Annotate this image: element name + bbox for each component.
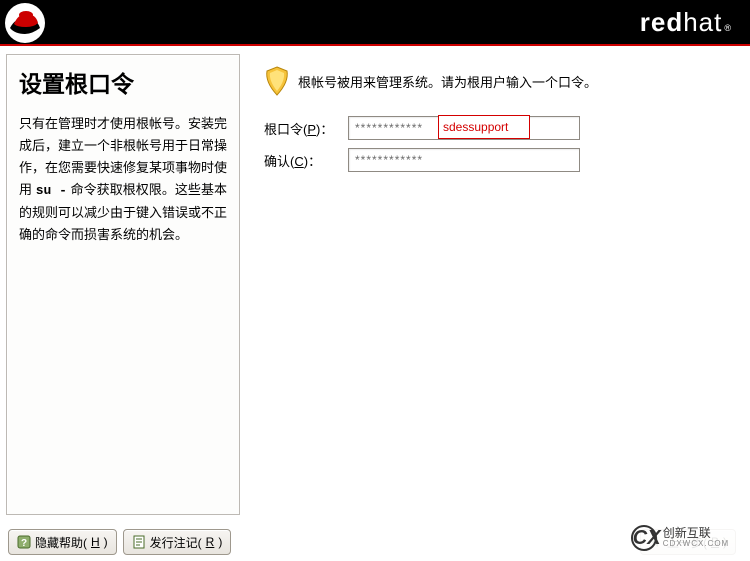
svg-text:?: ? [21, 538, 27, 549]
back-arrow-icon [649, 535, 663, 549]
release-notes-button[interactable]: 发行注记(R) [123, 529, 232, 555]
confirm-password-input[interactable] [348, 148, 580, 172]
root-password-input[interactable] [348, 116, 580, 140]
confirm-password-label: 确认(C)： [264, 151, 348, 170]
bottom-toolbar: ? 隐藏帮助(H) 发行注记(R) 上一步(B) [0, 523, 750, 561]
brand-thin: hat [683, 7, 722, 38]
brand-trademark: ® [724, 23, 732, 33]
root-password-row: 根口令(P)： sdessupport [264, 116, 738, 140]
page-title: 设置根口令 [19, 65, 227, 99]
root-password-label: 根口令(P)： [264, 119, 348, 138]
brand-bold: red [640, 7, 683, 38]
redhat-logo-icon [4, 2, 46, 44]
main-panel: 根帐号被用来管理系统。请为根用户输入一个口令。 根口令(P)： sdessupp… [246, 48, 750, 521]
info-row: 根帐号被用来管理系统。请为根用户输入一个口令。 [264, 66, 738, 96]
help-icon: ? [17, 535, 31, 549]
back-button[interactable]: 上一步(B) [640, 529, 736, 555]
help-sidebar: 设置根口令 只有在管理时才使用根帐号。安装完成后，建立一个非根帐号用于日常操作，… [6, 54, 240, 515]
content-area: 设置根口令 只有在管理时才使用根帐号。安装完成后，建立一个非根帐号用于日常操作，… [0, 48, 750, 521]
redhat-wordmark: redhat® [640, 7, 732, 38]
confirm-password-row: 确认(C)： [264, 148, 738, 172]
notes-icon [132, 535, 146, 549]
shield-badge-icon [264, 66, 290, 96]
help-text: 只有在管理时才使用根帐号。安装完成后，建立一个非根帐号用于日常操作，在您需要快速… [19, 113, 227, 247]
header: redhat® [0, 0, 750, 44]
info-text: 根帐号被用来管理系统。请为根用户输入一个口令。 [298, 72, 597, 91]
hide-help-button[interactable]: ? 隐藏帮助(H) [8, 529, 117, 555]
header-divider [0, 44, 750, 46]
